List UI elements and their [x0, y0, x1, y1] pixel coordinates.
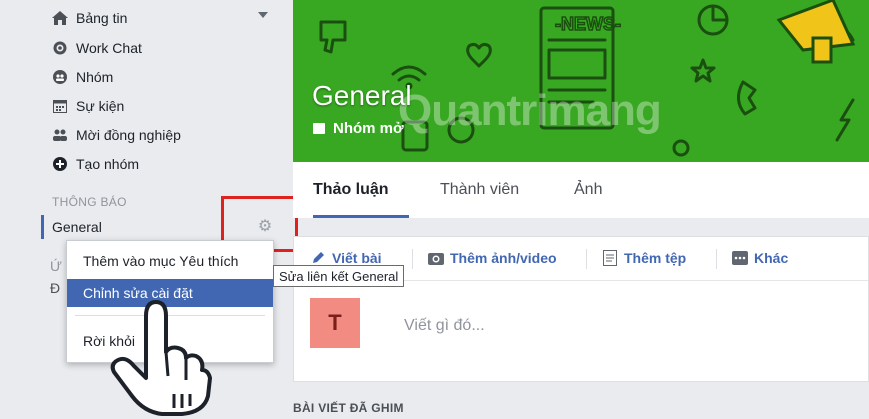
calendar-icon — [52, 98, 68, 114]
more-button[interactable]: Khác — [732, 250, 788, 266]
more-label: Khác — [754, 250, 789, 266]
news-label: -NEWS- — [555, 14, 621, 34]
sidebar-item-label: Bảng tin — [76, 10, 128, 26]
sidebar-item-groups[interactable]: Nhóm — [52, 66, 113, 88]
section-label-partial: Ứ — [50, 258, 62, 274]
menu-item-add-favorites[interactable]: Thêm vào mục Yêu thích — [67, 247, 273, 275]
groups-icon — [52, 69, 68, 85]
pinned-posts-title: BÀI VIẾT ĐÃ GHIM — [293, 401, 404, 415]
invite-icon — [52, 127, 68, 143]
sidebar-item-label: Nhóm — [76, 69, 114, 85]
group-privacy-label: Nhóm mở — [333, 120, 404, 137]
sidebar-item-invite-coworkers[interactable]: Mời đồng nghiệp — [52, 124, 181, 146]
add-file-label: Thêm tệp — [624, 250, 687, 266]
group-title: General — [312, 80, 412, 111]
divider — [412, 249, 413, 269]
add-file-button[interactable]: Thêm tệp — [602, 250, 686, 266]
active-tab-indicator — [313, 215, 409, 218]
add-photo-video-label: Thêm ảnh/video — [450, 250, 557, 266]
plus-icon — [52, 156, 68, 172]
home-icon — [52, 10, 68, 26]
divider — [716, 249, 717, 269]
more-icon — [732, 250, 748, 266]
tab-members[interactable]: Thành viên — [440, 181, 519, 199]
watermark: Quantrimang — [398, 86, 662, 135]
chat-icon — [52, 40, 68, 56]
sidebar-item-create-group[interactable]: Tạo nhóm — [52, 153, 139, 175]
sidebar-item-news-feed[interactable]: Bảng tin — [52, 7, 127, 29]
tab-photos[interactable]: Ảnh — [574, 181, 602, 199]
sidebar-item-work-chat[interactable]: Work Chat — [52, 37, 142, 59]
hand-pointer-icon — [110, 300, 212, 416]
file-icon — [602, 250, 618, 266]
tab-discussion[interactable]: Thảo luận — [313, 181, 389, 199]
camera-icon — [428, 250, 444, 266]
lock-icon — [313, 123, 325, 134]
divider — [586, 249, 587, 269]
composer-input[interactable]: Viết gì đó... — [404, 317, 485, 335]
sidebar-item-label: Sự kiện — [76, 98, 125, 114]
sidebar-item-label: Work Chat — [76, 40, 142, 56]
tooltip: Sửa liên kết General — [273, 265, 405, 287]
group-privacy: Nhóm mở — [313, 120, 404, 137]
write-post-button[interactable]: Viết bài — [310, 250, 382, 266]
group-name: General — [52, 219, 102, 235]
add-photo-video-button[interactable]: Thêm ảnh/video — [428, 250, 557, 266]
section-title: THÔNG BÁO — [52, 195, 127, 209]
chevron-down-icon[interactable] — [258, 12, 268, 18]
item-label-partial: Đ — [50, 280, 61, 296]
post-composer: Viết bài Thêm ảnh/video Thêm tệp Khác T … — [293, 236, 869, 382]
sidebar-item-label: Tạo nhóm — [76, 156, 140, 172]
group-tabs: Thảo luận Thành viên Ảnh — [293, 162, 869, 218]
sidebar-item-events[interactable]: Sự kiện — [52, 95, 124, 117]
pencil-icon — [310, 250, 326, 266]
sidebar-item-label: Mời đồng nghiệp — [76, 127, 181, 143]
avatar[interactable]: T — [310, 298, 360, 348]
write-post-label: Viết bài — [332, 250, 382, 266]
